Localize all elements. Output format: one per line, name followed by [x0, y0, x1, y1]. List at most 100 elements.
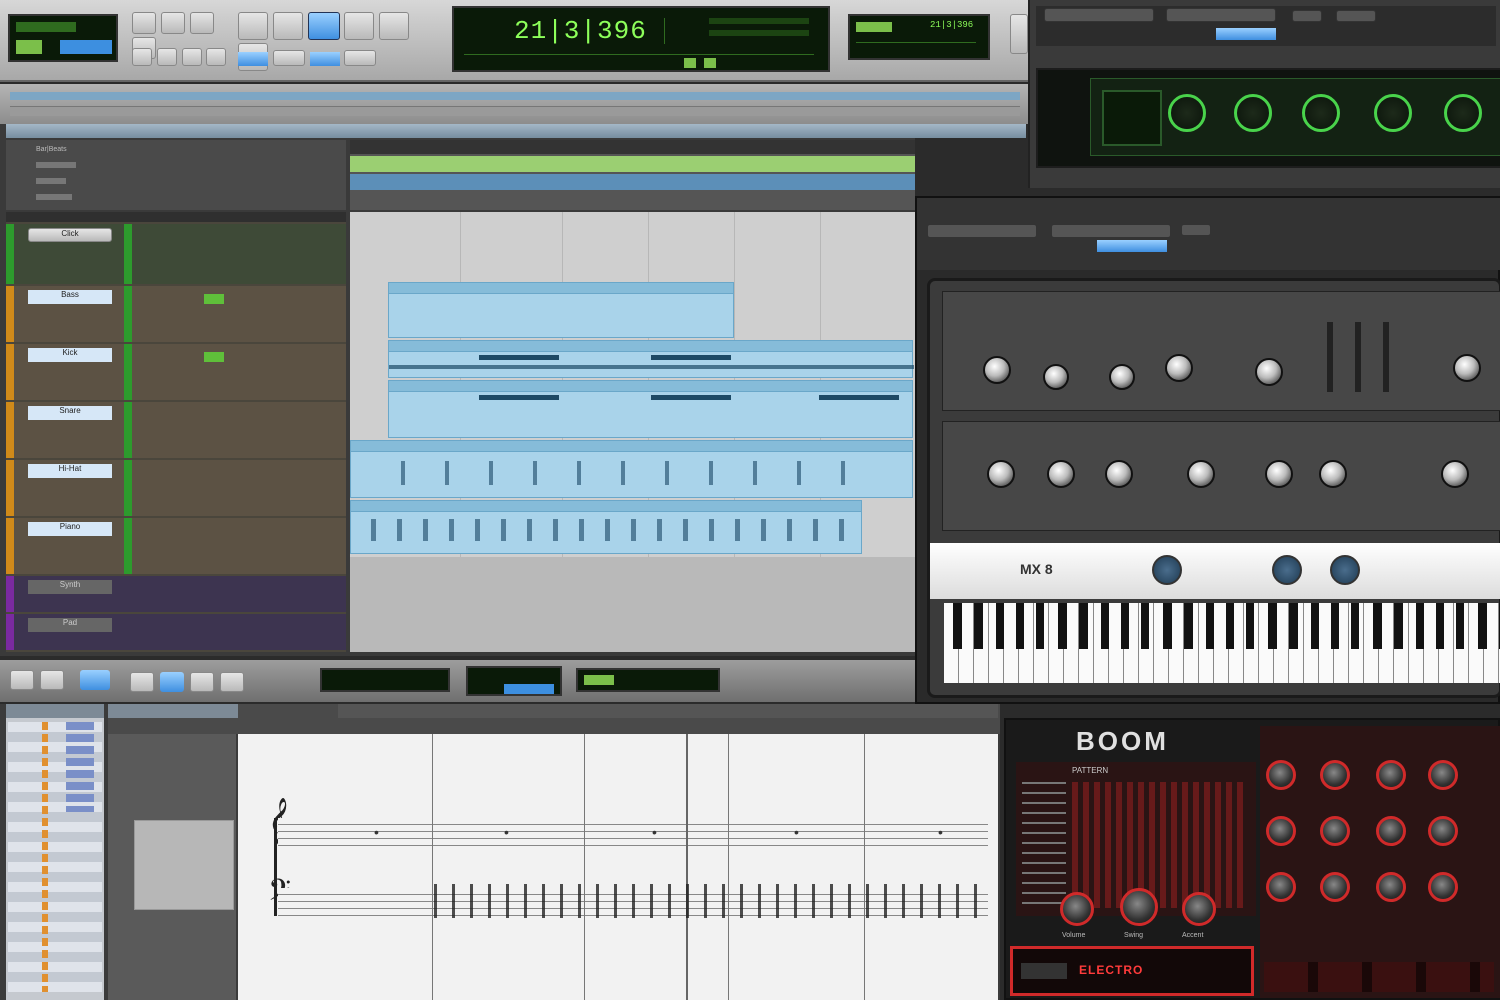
synth-knob[interactable] — [1105, 460, 1133, 488]
track-name-field[interactable]: Snare — [28, 406, 112, 420]
channel-knob[interactable] — [1320, 760, 1350, 790]
scrubber-tool-icon[interactable] — [344, 12, 375, 40]
trim-tool-icon[interactable] — [238, 12, 268, 40]
track-name-field[interactable]: Piano — [28, 522, 112, 536]
pencil-tool-icon[interactable] — [379, 12, 410, 40]
overview-strip[interactable] — [0, 84, 1030, 124]
track-selector[interactable] — [1044, 8, 1154, 22]
swing-knob[interactable] — [1120, 888, 1158, 926]
midi-clip[interactable] — [388, 340, 914, 378]
accent-knob[interactable] — [1182, 892, 1216, 926]
synth-bypass-button[interactable] — [1181, 224, 1211, 236]
synth-knob[interactable] — [1453, 354, 1481, 382]
grabber-tool-icon[interactable] — [307, 12, 340, 40]
slider[interactable] — [1355, 322, 1361, 392]
score-tempo-display[interactable] — [576, 668, 720, 692]
track-name-field[interactable]: Bass — [28, 290, 112, 304]
forward-button[interactable] — [40, 670, 64, 690]
channel-knob[interactable] — [1320, 872, 1350, 902]
window-scroll-button[interactable] — [1010, 14, 1028, 54]
synth-knob[interactable] — [1441, 460, 1469, 488]
track-name-field[interactable]: Click — [28, 228, 112, 242]
preset-selector[interactable] — [1166, 8, 1276, 22]
mode-slip-button[interactable] — [156, 48, 177, 66]
pencil-tool-icon[interactable] — [190, 672, 214, 692]
midi-clip[interactable] — [388, 380, 913, 438]
volume-knob[interactable] — [1060, 892, 1094, 926]
track-row[interactable]: Bass — [6, 286, 346, 342]
track-name-field[interactable]: Pad — [28, 618, 112, 632]
track-row[interactable]: Click — [6, 224, 346, 284]
tab-to-transient-button[interactable] — [309, 52, 340, 66]
synth-knob[interactable] — [1255, 358, 1283, 386]
grid-button[interactable] — [238, 52, 268, 66]
synth-knob[interactable] — [1272, 555, 1302, 585]
channel-knob[interactable] — [1266, 760, 1296, 790]
synth-knob[interactable] — [987, 460, 1015, 488]
zoom-out-button[interactable] — [160, 12, 185, 34]
timeline-ruler[interactable] — [350, 140, 915, 210]
synth-knob[interactable] — [1265, 460, 1293, 488]
midi-clip[interactable] — [350, 500, 862, 554]
synth-knob[interactable] — [1165, 354, 1193, 382]
synth-knob[interactable] — [1043, 364, 1069, 390]
track-row[interactable]: Synth — [6, 576, 346, 612]
selector-tool-icon[interactable] — [130, 672, 154, 692]
synth-knob[interactable] — [1109, 364, 1135, 390]
grabber-tool-icon[interactable] — [160, 672, 184, 692]
gain-knob[interactable] — [1234, 94, 1272, 132]
channel-knob[interactable] — [1376, 872, 1406, 902]
zoom-preset-button[interactable] — [189, 12, 214, 34]
synth-preset-selector[interactable] — [1051, 224, 1171, 238]
score-counter[interactable] — [320, 668, 450, 692]
bypass-button[interactable] — [1292, 10, 1322, 22]
channel-knob[interactable] — [1428, 872, 1458, 902]
zoom-in-button[interactable] — [132, 12, 156, 34]
channel-knob[interactable] — [1428, 816, 1458, 846]
channel-knob[interactable] — [1320, 816, 1350, 846]
keyboard[interactable] — [944, 603, 1500, 683]
synth-knob[interactable] — [1330, 555, 1360, 585]
mode-grid-button[interactable] — [206, 48, 227, 66]
track-row[interactable]: Piano — [6, 518, 346, 574]
track-name-field[interactable]: Synth — [28, 580, 112, 594]
synth-knob[interactable] — [983, 356, 1011, 384]
synth-knob[interactable] — [1319, 460, 1347, 488]
synth-knob[interactable] — [1152, 555, 1182, 585]
track-row[interactable]: Pad — [6, 614, 346, 650]
rewind-button[interactable] — [10, 670, 34, 690]
mode-spot-button[interactable] — [181, 48, 202, 66]
track-row[interactable]: Kick — [6, 344, 346, 400]
score-sheet[interactable]: 𝄞 𝄢 • • • • • — [238, 734, 998, 1000]
track-name-field[interactable]: Kick — [28, 348, 112, 362]
output-knob[interactable] — [1374, 94, 1412, 132]
synth-track-selector[interactable] — [927, 224, 1037, 238]
compare-button[interactable] — [1216, 28, 1276, 40]
selector-tool-icon[interactable] — [272, 12, 303, 40]
loop-button[interactable] — [80, 670, 110, 690]
slider[interactable] — [1383, 322, 1389, 392]
slider[interactable] — [1327, 322, 1333, 392]
track-name-field[interactable]: Hi-Hat — [28, 464, 112, 478]
score-counter-sub[interactable] — [466, 666, 562, 696]
synth-knob[interactable] — [1187, 460, 1215, 488]
preset-selector[interactable]: ELECTRO — [1010, 946, 1254, 996]
midi-clip[interactable] — [350, 440, 913, 498]
channel-knob[interactable] — [1266, 872, 1296, 902]
native-button[interactable] — [1336, 10, 1376, 22]
channel-knob[interactable] — [1376, 816, 1406, 846]
nudge-button[interactable] — [272, 50, 305, 66]
scrubber-tool-icon[interactable] — [220, 672, 244, 692]
frequency-knob[interactable] — [1168, 94, 1206, 132]
link-button[interactable] — [344, 50, 377, 66]
mode-shuffle-button[interactable] — [132, 48, 152, 66]
main-counter[interactable]: 21|3|396 — [452, 6, 830, 72]
q-knob[interactable] — [1302, 94, 1340, 132]
channel-knob[interactable] — [1428, 760, 1458, 790]
track-row[interactable]: Snare — [6, 402, 346, 458]
channel-knob[interactable] — [1266, 816, 1296, 846]
synth-compare-button[interactable] — [1097, 240, 1167, 252]
midi-clip[interactable] — [388, 282, 734, 338]
track-row[interactable]: Hi-Hat — [6, 460, 346, 516]
playlist-area[interactable] — [350, 212, 915, 652]
